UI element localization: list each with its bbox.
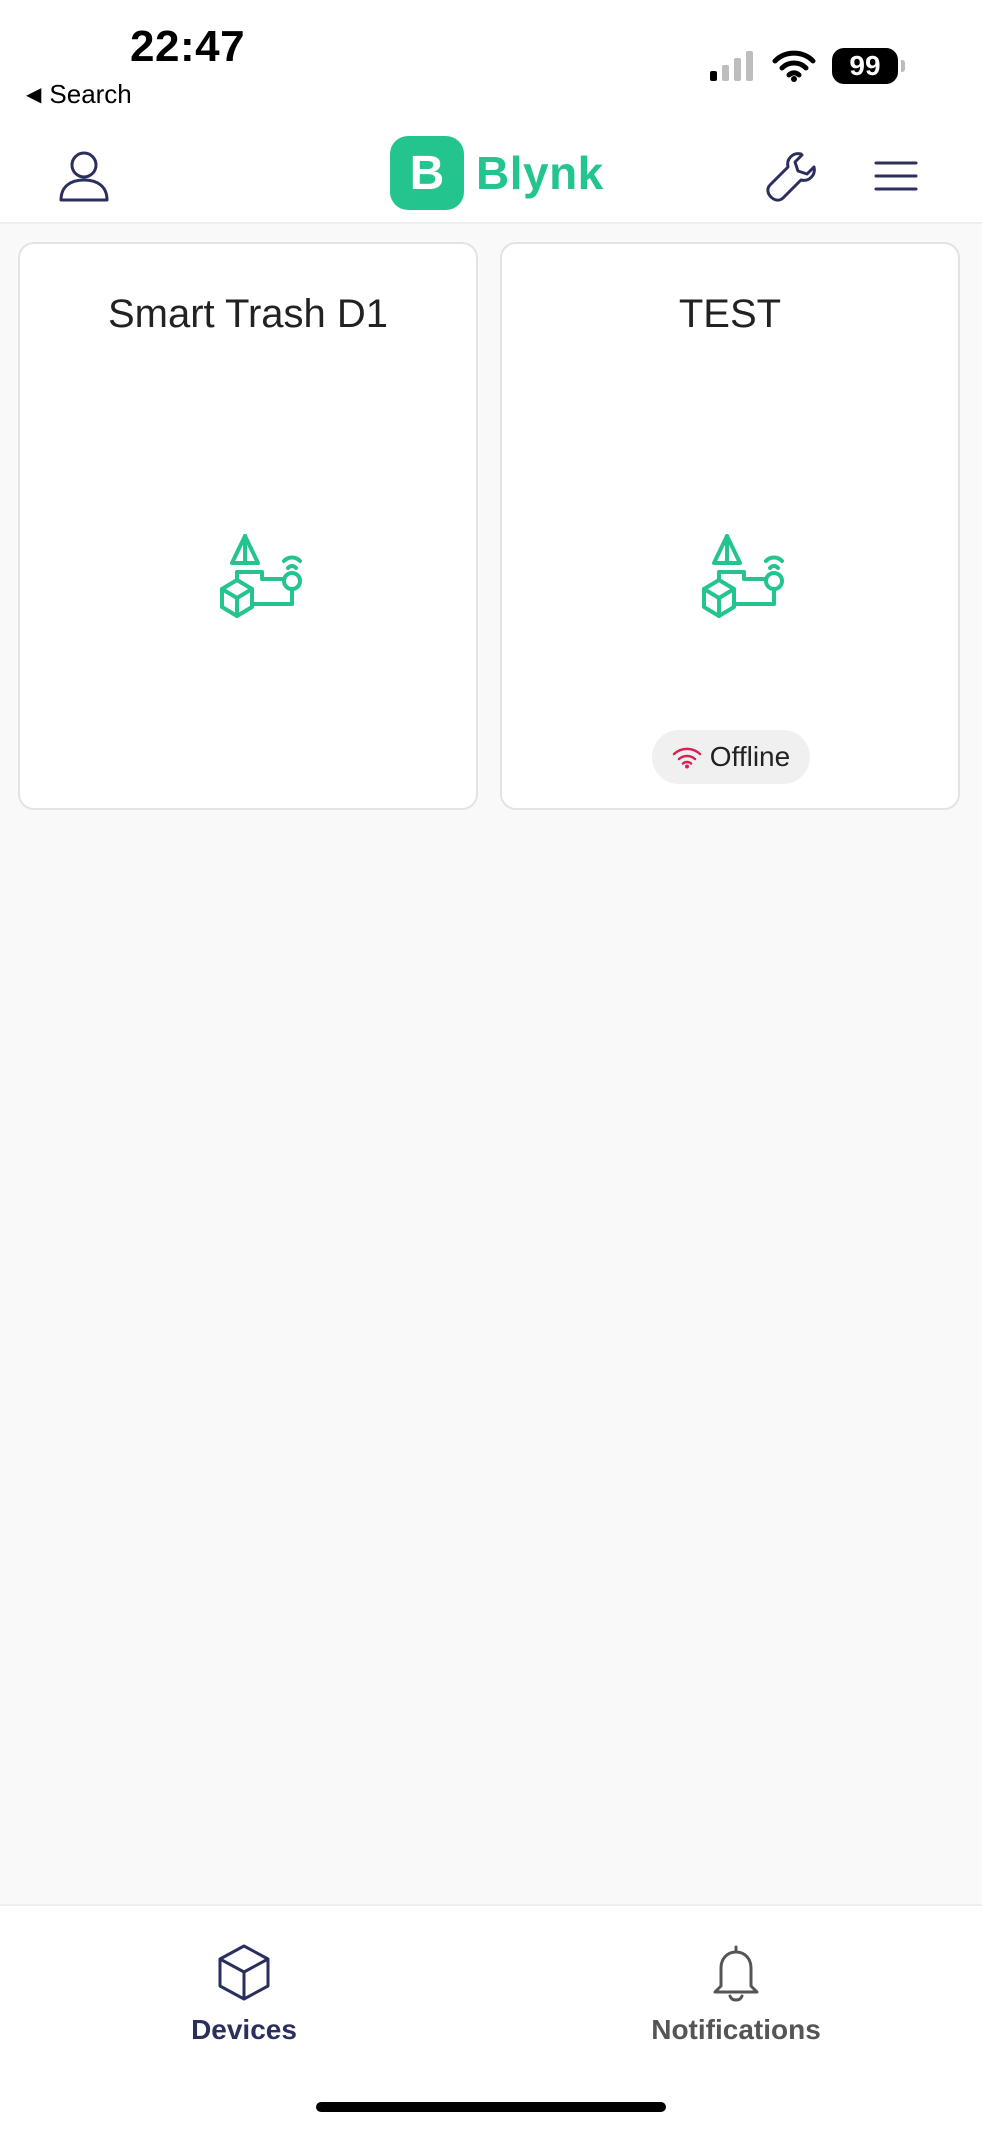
offline-status-badge: Offline: [652, 730, 810, 784]
menu-icon: [874, 161, 918, 191]
device-status-label: Offline: [709, 741, 791, 772]
device-name: Smart Trash D1: [107, 292, 389, 336]
menu-button[interactable]: [860, 140, 932, 212]
back-triangle-icon: ◀: [26, 84, 42, 106]
status-bar: 22:47 ◀ Search 99: [0, 0, 982, 130]
tab-label-devices: Devices: [191, 2014, 297, 2045]
logo-badge: B: [390, 136, 464, 210]
tab-notifications[interactable]: Notifications: [616, 1942, 856, 2072]
tab-label-notifications: Notifications: [651, 2014, 821, 2045]
signal-icon: [710, 51, 753, 81]
status-time: 22:47: [130, 22, 246, 71]
device-card-test[interactable]: TEST Offline: [500, 242, 960, 810]
blynk-logo: B Blynk: [390, 136, 604, 210]
bell-icon: [713, 1945, 759, 2002]
tab-devices[interactable]: Devices: [124, 1942, 364, 2072]
status-icons: 99: [710, 48, 905, 84]
bottom-tab-bar: Devices Notifications: [0, 1904, 982, 2130]
back-to-search-label: Search: [49, 79, 132, 109]
logo-text: Blynk: [476, 147, 604, 199]
back-to-search-button[interactable]: ◀ Search: [26, 79, 132, 110]
wifi-icon: [772, 50, 816, 82]
cube-icon: [218, 1944, 270, 2001]
developer-tools-button[interactable]: [756, 140, 828, 212]
device-name: TEST: [678, 292, 782, 336]
device-template-icon: [702, 534, 784, 618]
device-card-smart-trash[interactable]: Smart Trash D1: [18, 242, 478, 810]
wifi-offline-icon: [672, 747, 702, 769]
home-indicator: [316, 2102, 666, 2112]
battery-level: 99: [849, 50, 881, 81]
profile-button[interactable]: [48, 140, 120, 212]
battery-indicator: 99: [832, 48, 905, 84]
app-header: B Blynk: [0, 130, 982, 224]
device-template-icon: [220, 534, 302, 618]
user-icon: [59, 151, 109, 202]
wrench-icon: [766, 152, 816, 202]
